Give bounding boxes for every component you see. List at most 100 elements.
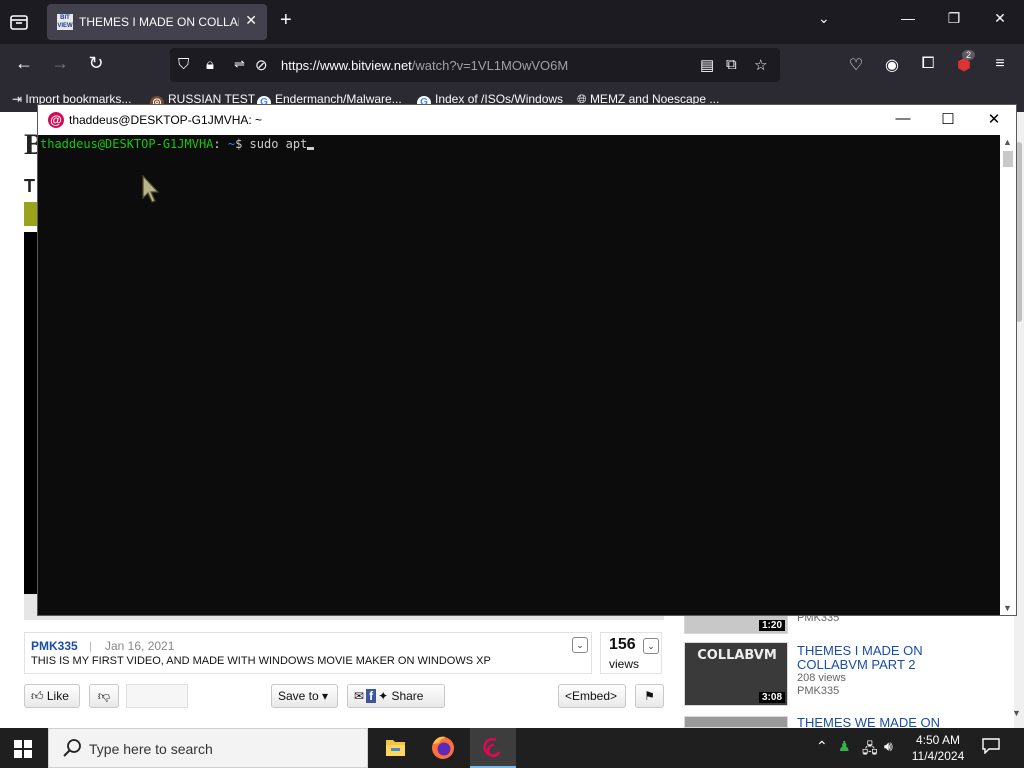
pocket-icon[interactable]: ♡: [845, 55, 867, 75]
translate-icon[interactable]: ⧉: [726, 56, 737, 73]
video-description: THIS IS MY FIRST VIDEO, AND MADE WITH WI…: [31, 655, 491, 667]
thumbnail-text: COLLABVM: [697, 648, 777, 663]
thumbs-down-icon: 👎︎: [97, 689, 111, 703]
embed-label: <Embed>: [565, 689, 618, 703]
firefox-icon: [432, 736, 454, 759]
network-icon[interactable]: 🖧︎: [862, 738, 878, 762]
bookmark-star-icon[interactable]: ☆: [754, 56, 767, 74]
notification-icon[interactable]: [982, 738, 1000, 754]
system-clock[interactable]: 4:50 AM 11/4/2024: [905, 732, 971, 764]
scrollbar-thumb[interactable]: [1003, 151, 1013, 167]
clock-time: 4:50 AM: [915, 733, 961, 747]
close-tab-icon[interactable]: ✕: [245, 12, 257, 29]
url-bar[interactable]: ⛉ 🔒︎ ⇌ ⊘ https://www.bitview.net/watch?v…: [170, 48, 780, 82]
close-window-icon[interactable]: ✕: [982, 110, 1006, 128]
scroll-up-icon[interactable]: ▲: [1003, 137, 1012, 147]
bitview-favicon-icon: BIT VIEW: [57, 14, 73, 30]
prompt-line: thaddeus@DESKTOP-G1JMVHA: ~$ sudo apt: [40, 137, 315, 151]
prompt-colon: :: [213, 137, 221, 151]
windows-taskbar: Type here to search ⌃ ♟ 🖧︎ 🔊︎ 4:50 AM 11…: [0, 728, 1024, 768]
share-button[interactable]: ✉ f ✦ Share: [347, 684, 445, 708]
video-info-box: PMK335 | Jan 16, 2021 THIS IS MY FIRST V…: [24, 632, 592, 674]
firefox-button[interactable]: [420, 728, 466, 768]
taskbar-search-box[interactable]: Type here to search: [48, 728, 368, 768]
view-count: 156: [609, 636, 636, 653]
dislike-button[interactable]: 👎︎: [89, 684, 119, 708]
menu-icon[interactable]: ≡: [989, 55, 1011, 73]
scroll-down-icon[interactable]: ▼: [1012, 708, 1021, 718]
embed-button[interactable]: <Embed>: [558, 684, 626, 708]
save-to-label: Save to: [278, 689, 319, 703]
debian-terminal-button[interactable]: [470, 728, 516, 768]
expand-description-icon[interactable]: ⌄: [572, 637, 588, 653]
prompt-path: ~: [220, 137, 236, 151]
browser-nav-bar: ← → ↻ ⛉ 🔒︎ ⇌ ⊘ https://www.bitview.net/w…: [0, 44, 1024, 86]
windows-start-icon[interactable]: [14, 740, 32, 758]
maximize-icon[interactable]: ☐: [936, 110, 960, 128]
mouse-cursor-icon: [142, 174, 160, 203]
separator: |: [89, 639, 93, 653]
related-thumbnail[interactable]: COLLABVM 3:08: [684, 642, 788, 706]
shield-icon[interactable]: ⛉: [178, 56, 189, 73]
new-tab-icon[interactable]: +: [280, 9, 292, 32]
user-tray-icon[interactable]: ♟: [838, 738, 851, 755]
reader-view-icon[interactable]: ▤: [700, 56, 714, 74]
view-count-box: 156 views ⌄: [600, 632, 662, 674]
search-icon: [63, 739, 81, 757]
video-duration: 3:08: [758, 692, 785, 703]
minimize-icon[interactable]: —: [891, 110, 915, 127]
account-icon[interactable]: ◉: [881, 55, 903, 75]
terminal-output[interactable]: thaddeus@DESKTOP-G1JMVHA: ~$ sudo apt: [38, 135, 1000, 615]
tab-list-icon[interactable]: [8, 12, 30, 32]
file-explorer-button[interactable]: [372, 728, 418, 768]
typed-command: sudo apt: [249, 137, 308, 151]
reload-icon[interactable]: ↻: [84, 53, 108, 74]
extensions-icon[interactable]: ⧠: [917, 55, 939, 73]
related-title[interactable]: THEMES I MADE ON COLLABVM PART 2: [797, 644, 997, 672]
back-arrow-icon[interactable]: ←: [12, 53, 36, 74]
views-label: views: [609, 657, 640, 671]
scroll-down-icon[interactable]: ▼: [1003, 603, 1012, 613]
email-icon: ✉: [354, 689, 365, 703]
thumbs-up-icon: 👍︎: [31, 689, 47, 703]
show-hidden-icons-icon[interactable]: ⌃: [816, 738, 828, 755]
dropdown-arrow-icon: ▾: [318, 689, 329, 703]
import-icon: ⇥: [12, 92, 26, 106]
no-tracking-icon[interactable]: ⊘: [255, 56, 268, 74]
flag-button[interactable]: ⚑: [635, 684, 664, 708]
chevron-down-icon[interactable]: ⌄: [818, 10, 830, 27]
forward-arrow-icon[interactable]: →: [48, 53, 72, 74]
tab-bitview-video[interactable]: BIT VIEW THEMES I MADE ON COLLABVM PART …: [47, 4, 267, 40]
text-cursor: [307, 147, 315, 150]
video-duration: 1:20: [758, 620, 785, 631]
terminal-scrollbar[interactable]: ▲ ▼: [1000, 135, 1016, 615]
restore-icon[interactable]: ❐: [944, 10, 964, 27]
debian-icon: [483, 737, 501, 758]
expand-stats-icon[interactable]: ⌄: [643, 638, 659, 654]
volume-icon[interactable]: 🔊︎: [884, 738, 893, 755]
share-label: Share: [391, 689, 424, 703]
terminal-title-bar[interactable]: @ thaddeus@DESKTOP-G1JMVHA: ~ — ☐ ✕: [38, 105, 1016, 135]
minimize-icon[interactable]: —: [898, 10, 918, 26]
related-author[interactable]: PMK335: [797, 685, 839, 697]
uploader-link[interactable]: PMK335: [31, 639, 78, 653]
permissions-icon[interactable]: ⇌: [234, 56, 245, 72]
close-window-icon[interactable]: ✕: [990, 10, 1010, 27]
terminal-title: thaddeus@DESKTOP-G1JMVHA: ~: [69, 113, 263, 127]
lock-icon[interactable]: 🔒︎: [206, 56, 214, 73]
related-video-2[interactable]: COLLABVM 3:08 THEMES I MADE ON COLLABVM …: [684, 642, 1004, 712]
terminal-window[interactable]: @ thaddeus@DESKTOP-G1JMVHA: ~ — ☐ ✕ thad…: [37, 104, 1017, 616]
video-title: T: [24, 176, 35, 196]
upload-date: Jan 16, 2021: [105, 639, 175, 653]
related-thumbnail[interactable]: [684, 716, 788, 728]
debian-icon: @: [48, 112, 64, 128]
extension-badge: 2: [962, 50, 976, 60]
flag-icon: ⚑: [644, 689, 655, 703]
related-video-3[interactable]: THEMES WE MADE ON: [684, 716, 1004, 728]
like-button[interactable]: 👍︎ Like: [24, 684, 80, 708]
related-title[interactable]: THEMES WE MADE ON: [797, 716, 997, 728]
rating-bar: [126, 684, 188, 708]
prompt-user: thaddeus@DESKTOP-G1JMVHA: [40, 137, 214, 151]
url-text[interactable]: https://www.bitview.net/watch?v=1VL1MOwV…: [281, 58, 568, 73]
save-to-button[interactable]: Save to ▾: [271, 684, 338, 708]
